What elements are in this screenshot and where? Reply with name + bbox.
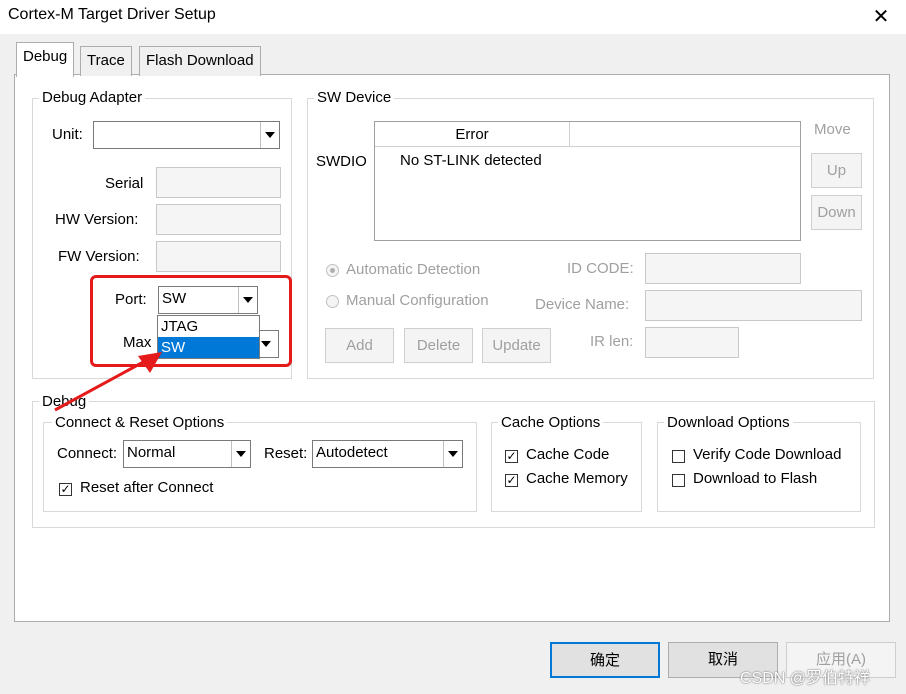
annotation-arrow [54, 352, 162, 412]
watermark: CSDN @罗伯特祥 [740, 670, 871, 687]
